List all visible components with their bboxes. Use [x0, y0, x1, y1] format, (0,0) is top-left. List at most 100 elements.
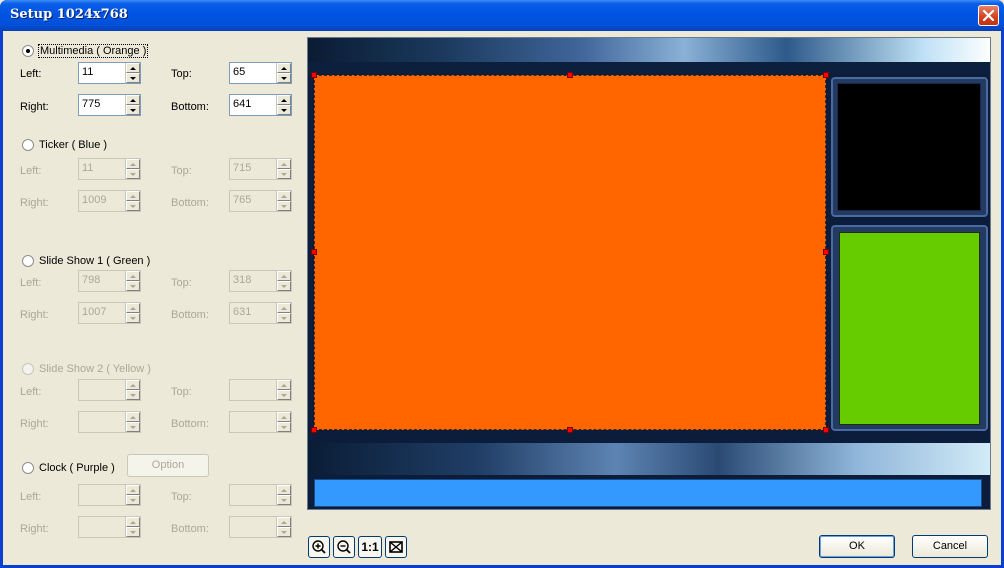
zoom-in-button[interactable] — [308, 536, 330, 558]
clock-option-button[interactable]: Option — [127, 454, 209, 477]
spin-up-button[interactable] — [126, 191, 140, 201]
spin-down-button[interactable] — [277, 281, 291, 291]
cancel-button[interactable]: Cancel — [912, 535, 988, 558]
multimedia-right-stepper[interactable]: 775 — [78, 94, 141, 116]
slideshow2-left-stepper[interactable] — [78, 379, 141, 401]
ticker-bottom-stepper[interactable]: 765 — [229, 190, 292, 212]
ticker-left-value: 11 — [82, 162, 94, 174]
multimedia-left-stepper[interactable]: 11 — [78, 62, 141, 84]
resize-handle[interactable] — [311, 249, 317, 255]
ok-button[interactable]: OK — [819, 535, 895, 558]
slideshow1-option[interactable]: Slide Show 1 ( Green ) — [22, 253, 150, 269]
slideshow1-radio[interactable] — [22, 255, 34, 267]
spin-up-button[interactable] — [277, 517, 291, 527]
spin-down-button[interactable] — [277, 390, 291, 400]
slideshow2-right-stepper[interactable] — [78, 411, 141, 433]
spin-up-button[interactable] — [126, 380, 140, 390]
spin-down-button[interactable] — [277, 527, 291, 537]
close-button[interactable] — [978, 5, 999, 26]
spin-up-button[interactable] — [126, 159, 140, 169]
multimedia-top-stepper[interactable]: 65 — [229, 62, 292, 84]
spin-down-button[interactable] — [126, 169, 140, 179]
slideshow1-right-stepper[interactable]: 1007 — [78, 302, 141, 324]
multimedia-option[interactable]: Multimedia ( Orange ) — [22, 43, 149, 59]
slideshow1-top-value: 318 — [233, 274, 252, 286]
spin-down-button[interactable] — [126, 201, 140, 211]
resize-handle[interactable] — [823, 249, 829, 255]
spin-up-button[interactable] — [126, 303, 140, 313]
spin-down-button[interactable] — [126, 313, 140, 323]
spin-down-button[interactable] — [126, 105, 140, 115]
ticker-option[interactable]: Ticker ( Blue ) — [22, 137, 107, 153]
slideshow2-radio[interactable] — [22, 363, 34, 375]
spin-down-button[interactable] — [277, 105, 291, 115]
spin-down-button[interactable] — [277, 169, 291, 179]
ticker-region[interactable] — [314, 479, 982, 507]
slideshow2-top-stepper[interactable] — [229, 379, 292, 401]
ticker-top-stepper[interactable]: 715 — [229, 158, 292, 180]
slideshow1-left-stepper[interactable]: 798 — [78, 270, 141, 292]
clock-option[interactable]: Clock ( Purple ) — [22, 460, 115, 476]
resize-handle[interactable] — [567, 72, 573, 78]
clock-top-stepper[interactable] — [229, 484, 292, 506]
spin-up-button[interactable] — [126, 271, 140, 281]
resize-handle[interactable] — [311, 72, 317, 78]
spin-up-button[interactable] — [126, 63, 140, 73]
spin-up-button[interactable] — [277, 159, 291, 169]
slideshow1-top-stepper[interactable]: 318 — [229, 270, 292, 292]
multimedia-radio[interactable] — [22, 45, 34, 57]
multimedia-region[interactable] — [314, 75, 826, 430]
resize-handle[interactable] — [567, 427, 573, 433]
spin-up-button[interactable] — [126, 485, 140, 495]
spin-down-button[interactable] — [277, 495, 291, 505]
clock-radio[interactable] — [22, 462, 34, 474]
clock-right-stepper[interactable] — [78, 516, 141, 538]
zoom-out-button[interactable] — [333, 536, 355, 558]
spin-up-button[interactable] — [126, 412, 140, 422]
slideshow1-bottom-stepper[interactable]: 631 — [229, 302, 292, 324]
fit-window-button[interactable] — [385, 536, 407, 558]
dialog-client-area: Multimedia ( Orange ) Left: 11 Top: 65 R… — [3, 31, 1001, 565]
spin-up-button[interactable] — [277, 191, 291, 201]
resize-handle[interactable] — [311, 427, 317, 433]
clock-left-stepper[interactable] — [78, 484, 141, 506]
spin-down-button[interactable] — [126, 73, 140, 83]
spin-up-button[interactable] — [277, 95, 291, 105]
spin-up-button[interactable] — [277, 380, 291, 390]
spin-up-button[interactable] — [277, 412, 291, 422]
fit-window-icon — [389, 541, 403, 553]
resize-handle[interactable] — [823, 72, 829, 78]
black-region[interactable] — [837, 83, 981, 211]
spin-up-button[interactable] — [277, 485, 291, 495]
spin-down-button[interactable] — [277, 73, 291, 83]
slideshow2-bottom-stepper[interactable] — [229, 411, 292, 433]
slideshow1-region[interactable] — [839, 232, 980, 425]
spin-down-button[interactable] — [126, 281, 140, 291]
slideshow1-left-label: Left: — [20, 277, 42, 289]
layout-preview[interactable] — [307, 37, 991, 510]
multimedia-bottom-stepper[interactable]: 641 — [229, 94, 292, 116]
ticker-left-stepper[interactable]: 11 — [78, 158, 141, 180]
spin-down-button[interactable] — [126, 495, 140, 505]
spin-down-button[interactable] — [126, 527, 140, 537]
spin-down-button[interactable] — [277, 422, 291, 432]
spin-down-button[interactable] — [126, 422, 140, 432]
resize-handle[interactable] — [823, 427, 829, 433]
clock-left-label: Left: — [20, 491, 42, 503]
ticker-right-label: Right: — [20, 197, 49, 209]
spin-down-button[interactable] — [277, 313, 291, 323]
actual-size-button[interactable]: 1:1 — [358, 536, 382, 558]
spin-up-button[interactable] — [277, 271, 291, 281]
ticker-radio[interactable] — [22, 139, 34, 151]
clock-bottom-stepper[interactable] — [229, 516, 292, 538]
spin-up-button[interactable] — [277, 63, 291, 73]
spin-up-button[interactable] — [126, 517, 140, 527]
ticker-right-stepper[interactable]: 1009 — [78, 190, 141, 212]
spin-up-button[interactable] — [277, 303, 291, 313]
spin-down-button[interactable] — [126, 390, 140, 400]
spin-up-button[interactable] — [126, 95, 140, 105]
slideshow1-label: Slide Show 1 ( Green ) — [39, 255, 151, 267]
spin-down-button[interactable] — [277, 201, 291, 211]
slideshow2-option[interactable]: Slide Show 2 ( Yellow ) — [22, 361, 151, 377]
actual-size-label: 1:1 — [361, 540, 379, 554]
